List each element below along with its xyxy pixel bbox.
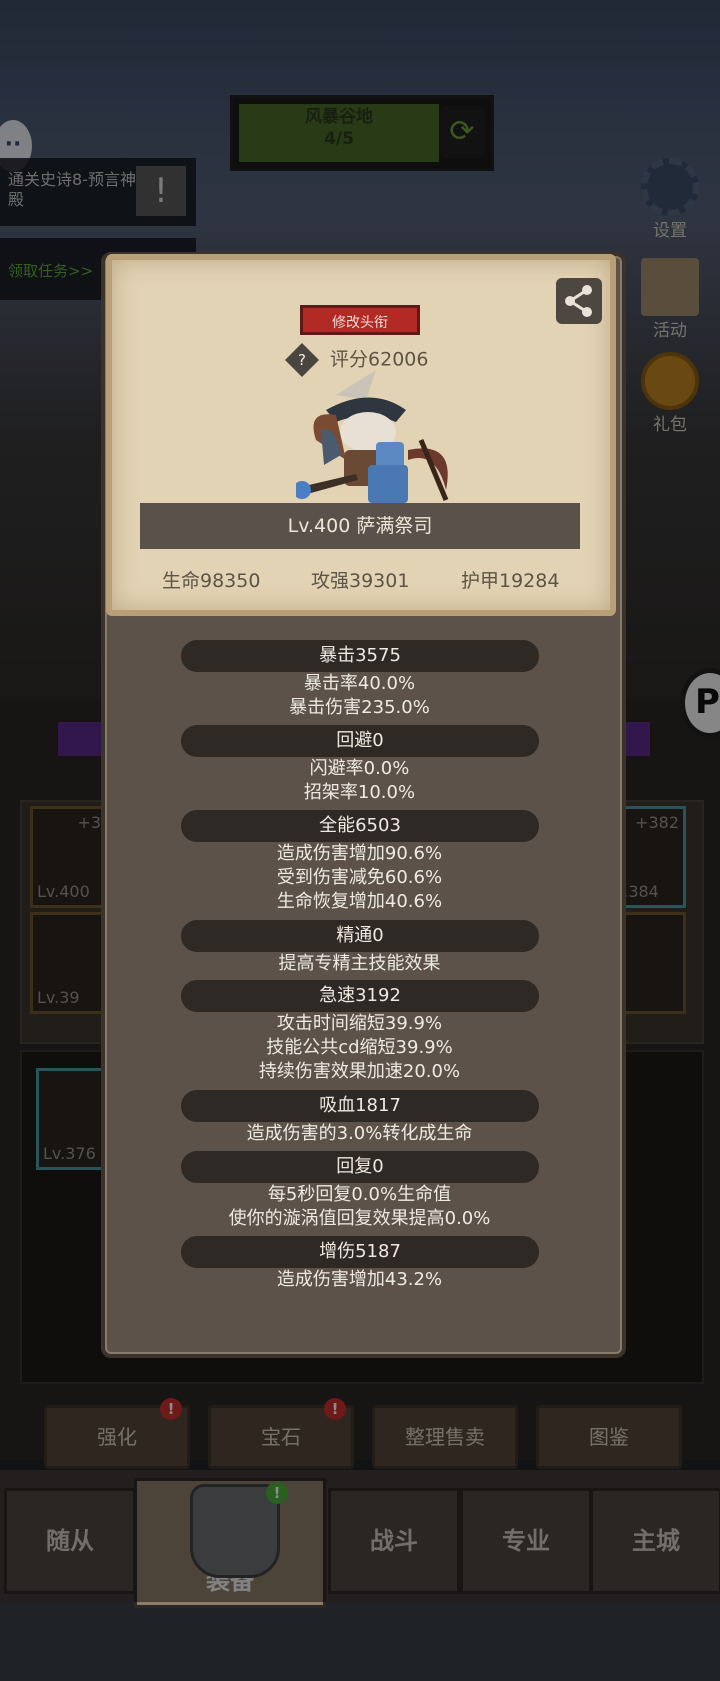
stat-line: 造成伤害的3.0%转化成生命 xyxy=(246,1123,473,1144)
stat-line: 持续伤害效果加速20.0% xyxy=(258,1061,461,1082)
stat-line: 每5秒回复0.0%生命值 xyxy=(267,1184,452,1205)
stat-header-damage-bonus: 增伤5187 xyxy=(181,1236,539,1268)
stat-line: 攻击时间缩短39.9% xyxy=(276,1013,443,1034)
stat-line: 闪避率0.0% xyxy=(309,758,410,779)
stat-line: 使你的漩涡值回复效果提高0.0% xyxy=(228,1208,491,1229)
stat-line: 生命恢复增加40.6% xyxy=(276,891,443,912)
stat-line: 提高专精主技能效果 xyxy=(278,953,441,974)
stat-line: 暴击率40.0% xyxy=(303,673,416,694)
stat-line: 受到伤害减免60.6% xyxy=(276,867,443,888)
share-button[interactable] xyxy=(556,278,602,324)
character-name: Lv.400 萨满祭司 xyxy=(140,503,580,549)
score-value: 评分62006 xyxy=(330,348,429,371)
attack-stat: 攻强39301 xyxy=(311,570,410,592)
stat-line: 技能公共cd缩短39.9% xyxy=(266,1037,453,1058)
stat-header-crit: 暴击3575 xyxy=(181,640,539,672)
stat-line: 暴击伤害235.0% xyxy=(289,697,430,718)
armor-stat: 护甲19284 xyxy=(461,570,560,592)
stat-line: 造成伤害增加90.6% xyxy=(276,843,443,864)
stat-header-haste: 急速3192 xyxy=(181,980,539,1012)
stat-line: 招架率10.0% xyxy=(303,782,416,803)
stat-header-avoidance: 回避0 xyxy=(181,725,539,757)
share-icon xyxy=(565,285,592,317)
stat-header-mastery: 精通0 xyxy=(181,920,539,952)
edit-title-button[interactable]: 修改头衔 xyxy=(300,305,420,335)
character-portrait xyxy=(296,370,449,503)
stat-header-versatility: 全能6503 xyxy=(181,810,539,842)
stat-header-regen: 回复0 xyxy=(181,1151,539,1183)
hp-stat: 生命98350 xyxy=(162,570,261,592)
stat-line: 造成伤害增加43.2% xyxy=(276,1269,443,1290)
stat-header-leech: 吸血1817 xyxy=(181,1090,539,1122)
